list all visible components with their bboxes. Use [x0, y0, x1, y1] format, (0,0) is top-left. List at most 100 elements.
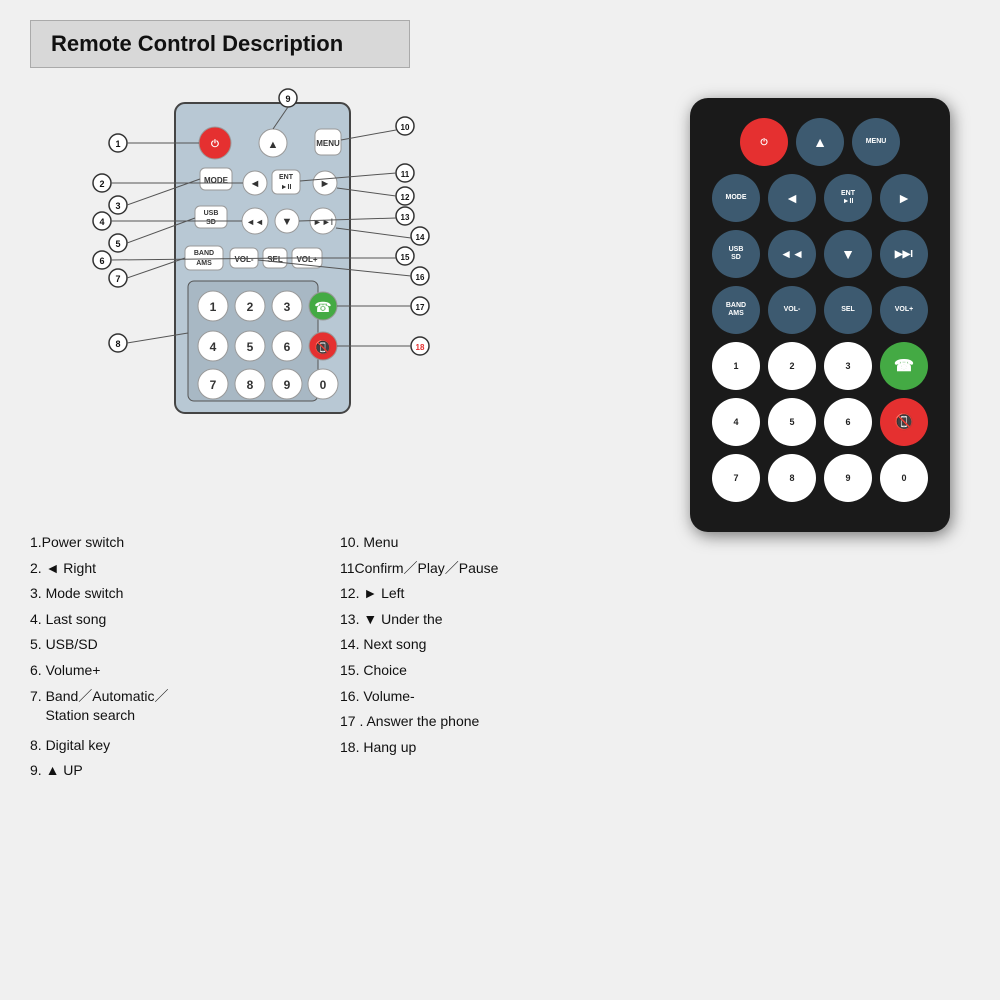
- remote-diagram-svg: ⏻ ▲ MENU MODE ◄ ENT ►II ►: [30, 88, 550, 518]
- svg-text:17: 17: [416, 303, 425, 312]
- page-title: Remote Control Description: [51, 31, 343, 56]
- svg-text:9: 9: [285, 94, 290, 104]
- svg-text:▼: ▼: [282, 216, 293, 228]
- svg-text:1: 1: [210, 300, 217, 314]
- remote-btn-3[interactable]: 3: [824, 342, 872, 390]
- desc-item-13: 13. ▼ Under the: [340, 610, 650, 630]
- remote-right-btn[interactable]: ►: [880, 174, 928, 222]
- desc-item-2: 2. ◄ Right: [30, 559, 340, 579]
- svg-text:4: 4: [99, 217, 104, 227]
- svg-text:2: 2: [247, 300, 254, 314]
- desc-item-8: 8. Digital key: [30, 736, 340, 756]
- svg-text:15: 15: [401, 253, 410, 262]
- svg-text:1: 1: [115, 139, 120, 149]
- desc-item-11: 11Confirm／Play／Pause: [340, 559, 650, 579]
- svg-text:5: 5: [247, 340, 254, 354]
- remote-row-4: BANDAMS VOL- SEL VOL+: [706, 286, 934, 334]
- svg-text:AMS: AMS: [196, 260, 212, 267]
- svg-text:12: 12: [401, 193, 410, 202]
- remote-usbsd-btn[interactable]: USBSD: [712, 230, 760, 278]
- remote-band-btn[interactable]: BANDAMS: [712, 286, 760, 334]
- desc-right-col: 10. Menu 11Confirm／Play／Pause 12. ► Left…: [340, 533, 650, 781]
- svg-text:8: 8: [247, 378, 254, 392]
- left-panel: ⏻ ▲ MENU MODE ◄ ENT ►II ►: [30, 88, 650, 980]
- remote-up-btn[interactable]: ▲: [796, 118, 844, 166]
- remote-numpad: 1 2 3 ☎ 4 5 6 📵 7 8: [706, 342, 934, 502]
- remote-power-btn[interactable]: ⏻: [740, 118, 788, 166]
- remote-row-7: 7 8 9 0: [706, 454, 934, 502]
- desc-item-15: 15. Choice: [340, 661, 650, 681]
- desc-item-4: 4. Last song: [30, 610, 340, 630]
- remote-btn-4[interactable]: 4: [712, 398, 760, 446]
- svg-text:3: 3: [115, 201, 120, 211]
- remote-btn-5[interactable]: 5: [768, 398, 816, 446]
- svg-text:⏻: ⏻: [211, 138, 219, 150]
- desc-item-12: 12. ► Left: [340, 584, 650, 604]
- remote-btn-0[interactable]: 0: [880, 454, 928, 502]
- remote-btn-1[interactable]: 1: [712, 342, 760, 390]
- desc-item-5: 5. USB/SD: [30, 635, 340, 655]
- header-section: Remote Control Description: [30, 20, 410, 68]
- remote-volplus-btn[interactable]: VOL+: [880, 286, 928, 334]
- svg-text:14: 14: [416, 233, 425, 242]
- svg-text:0: 0: [320, 378, 327, 392]
- remote-prev-btn[interactable]: ◄◄: [768, 230, 816, 278]
- remote-next-btn[interactable]: ▶▶I: [880, 230, 928, 278]
- remote-row-3: USBSD ◄◄ ▼ ▶▶I: [706, 230, 934, 278]
- remote-menu-btn[interactable]: MENU: [852, 118, 900, 166]
- remote-row-2: MODE ◄ ENT►II ►: [706, 174, 934, 222]
- remote-ent-btn[interactable]: ENT►II: [824, 174, 872, 222]
- remote-down-btn[interactable]: ▼: [824, 230, 872, 278]
- desc-item-7: 7. Band／Automatic／ Station search: [30, 687, 340, 726]
- svg-text:16: 16: [416, 273, 425, 282]
- svg-text:SD: SD: [206, 219, 216, 226]
- desc-left-col: 1.Power switch 2. ◄ Right 3. Mode switch…: [30, 533, 340, 781]
- svg-text:VOL+: VOL+: [296, 255, 317, 264]
- desc-item-3: 3. Mode switch: [30, 584, 340, 604]
- svg-text:8: 8: [115, 339, 120, 349]
- remote-btn-2[interactable]: 2: [768, 342, 816, 390]
- svg-text:◄◄: ◄◄: [246, 217, 264, 227]
- remote-red-call-btn[interactable]: 📵: [880, 398, 928, 446]
- svg-text:11: 11: [401, 170, 410, 179]
- svg-text:7: 7: [115, 274, 120, 284]
- remote-volminus-btn[interactable]: VOL-: [768, 286, 816, 334]
- svg-text:9: 9: [284, 378, 291, 392]
- remote-btn-6[interactable]: 6: [824, 398, 872, 446]
- svg-text:►►I: ►►I: [313, 217, 333, 227]
- remote-left-btn[interactable]: ◄: [768, 174, 816, 222]
- svg-text:10: 10: [401, 123, 410, 132]
- svg-text:7: 7: [210, 378, 217, 392]
- diagram-area: ⏻ ▲ MENU MODE ◄ ENT ►II ►: [30, 88, 650, 523]
- remote-mode-btn[interactable]: MODE: [712, 174, 760, 222]
- svg-text:3: 3: [284, 300, 291, 314]
- svg-text:6: 6: [284, 340, 291, 354]
- svg-text:4: 4: [210, 340, 217, 354]
- svg-text:MODE: MODE: [204, 176, 229, 185]
- svg-text:6: 6: [99, 256, 104, 266]
- svg-text:VOL-: VOL-: [234, 255, 253, 264]
- svg-text:►: ►: [320, 178, 331, 190]
- remote-btn-8[interactable]: 8: [768, 454, 816, 502]
- svg-text:13: 13: [401, 213, 410, 222]
- right-panel: ⏻ ▲ MENU MODE ◄ ENT►II ► USBSD ◄◄ ▼ ▶▶I: [670, 88, 970, 980]
- svg-text:2: 2: [99, 179, 104, 189]
- svg-text:◄: ◄: [250, 178, 261, 190]
- svg-text:MENU: MENU: [316, 139, 340, 148]
- svg-text:►II: ►II: [281, 184, 292, 191]
- remote-green-call-btn[interactable]: ☎: [880, 342, 928, 390]
- page-container: Remote Control Description ⏻ ▲: [0, 0, 1000, 1000]
- remote-btn-7[interactable]: 7: [712, 454, 760, 502]
- svg-text:☎: ☎: [314, 299, 331, 315]
- remote-row-1: ⏻ ▲ MENU: [706, 118, 934, 166]
- desc-item-6: 6. Volume+: [30, 661, 340, 681]
- desc-item-18: 18. Hang up: [340, 738, 650, 758]
- svg-text:5: 5: [115, 239, 120, 249]
- remote-body: ⏻ ▲ MENU MODE ◄ ENT►II ► USBSD ◄◄ ▼ ▶▶I: [690, 98, 950, 532]
- desc-item-17: 17 . Answer the phone: [340, 712, 650, 732]
- desc-item-14: 14. Next song: [340, 635, 650, 655]
- remote-sel-btn[interactable]: SEL: [824, 286, 872, 334]
- remote-btn-9[interactable]: 9: [824, 454, 872, 502]
- svg-text:ENT: ENT: [279, 174, 294, 181]
- desc-item-16: 16. Volume-: [340, 687, 650, 707]
